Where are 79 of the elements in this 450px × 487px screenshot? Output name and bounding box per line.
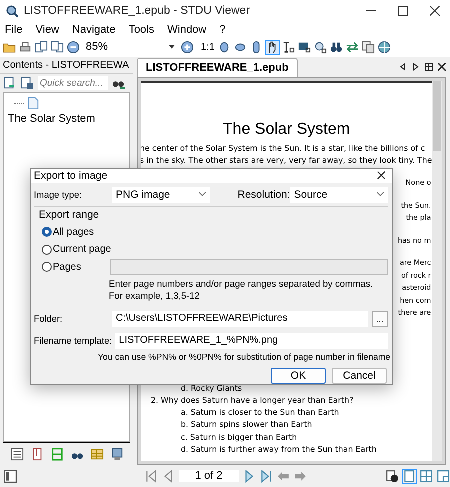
- chevron-down-icon: [377, 192, 384, 197]
- radio-button[interactable]: [42, 227, 52, 238]
- radio-button[interactable]: [42, 262, 52, 272]
- hint-text: For example, 1,3,5-12: [109, 290, 201, 302]
- zoom-area-icon[interactable]: [314, 40, 327, 54]
- zoom-in-icon[interactable]: [181, 40, 194, 54]
- menu-item[interactable]: ?: [220, 24, 226, 36]
- browse-button[interactable]: ...: [372, 311, 388, 327]
- quick-search-field[interactable]: Quick search...: [38, 76, 108, 90]
- tree-item[interactable]: The Solar System: [8, 113, 96, 125]
- close-icon[interactable]: [377, 171, 386, 180]
- radio-label[interactable]: Pages: [53, 262, 110, 273]
- resolution-dropdown[interactable]: Source: [290, 186, 388, 202]
- actual-size-button[interactable]: 1:1: [201, 42, 215, 52]
- menu-item[interactable]: File: [5, 24, 23, 36]
- grid-icon[interactable]: [425, 63, 434, 71]
- page-settings-icon[interactable]: [386, 470, 399, 482]
- maximize-icon[interactable]: [398, 6, 408, 16]
- copy-icon[interactable]: [362, 40, 375, 54]
- folder-field[interactable]: C:\Users\LISTOFFREEWARE\Pictures: [112, 311, 368, 327]
- panel-toggle-icon[interactable]: [4, 470, 17, 482]
- document-icon: [27, 97, 40, 110]
- zoom-out-icon[interactable]: [67, 40, 80, 54]
- filename-field[interactable]: LISTOFFREEWARE_1_%PN%.png: [115, 333, 388, 349]
- group-title: Export range: [39, 208, 100, 220]
- dialog-title: Export to image: [34, 170, 108, 182]
- image-type-dropdown[interactable]: PNG image: [112, 186, 210, 202]
- contents-tab-icon[interactable]: [11, 448, 24, 460]
- first-page-icon[interactable]: [145, 470, 158, 482]
- radio-button[interactable]: [42, 244, 52, 255]
- field-label: Resolution:: [238, 188, 290, 200]
- previous-page-icon[interactable]: [162, 470, 175, 482]
- pages-field[interactable]: [110, 259, 388, 276]
- menu-item[interactable]: Window: [168, 24, 207, 36]
- next-page-icon[interactable]: [243, 470, 256, 482]
- magnifier-icon: [6, 4, 19, 18]
- globe-icon[interactable]: [378, 40, 391, 54]
- close-icon[interactable]: [430, 6, 440, 16]
- panel-title: Contents - LISTOFFREEWA: [3, 60, 130, 70]
- image-select-icon[interactable]: [298, 40, 311, 54]
- single-page-icon[interactable]: [403, 470, 416, 482]
- expand-icon[interactable]: [4, 76, 17, 90]
- window-title: LISTOFFREEWARE_1.epub - STDU Viewer: [24, 5, 252, 17]
- document-tab[interactable]: LISTOFFREEWARE_1.epub: [137, 58, 298, 77]
- text-select-icon[interactable]: [282, 40, 295, 54]
- hint-text: Enter page numbers and/or page ranges separated by commas.: [109, 278, 374, 290]
- page-number-field[interactable]: 1 of 2: [179, 470, 239, 482]
- binoculars-icon[interactable]: [330, 40, 343, 54]
- radio-label[interactable]: Current page: [53, 244, 111, 256]
- menu-item[interactable]: View: [36, 24, 60, 36]
- cancel-button[interactable]: Cancel: [332, 368, 387, 384]
- menu-item[interactable]: Tools: [128, 24, 154, 36]
- hint-text: You can use %PN% or %0PN% for substitution of page number in filename: [98, 352, 391, 362]
- collapse-icon[interactable]: [21, 76, 34, 90]
- radio-label[interactable]: All pages: [53, 226, 111, 238]
- two-pages-icon[interactable]: [437, 470, 450, 482]
- monitor-icon[interactable]: [111, 448, 124, 460]
- document-heading: The Solar System: [222, 121, 352, 139]
- chevron-down-icon: [198, 192, 206, 197]
- scroll-right-icon[interactable]: [412, 63, 420, 71]
- bookmark-icon[interactable]: [31, 448, 44, 460]
- close-icon[interactable]: [438, 63, 446, 71]
- scroll-left-icon[interactable]: [399, 63, 408, 71]
- dropdown-arrow-icon: [169, 45, 175, 49]
- four-pages-icon[interactable]: [420, 470, 433, 482]
- scrollbar-thumb[interactable]: [433, 81, 442, 151]
- ok-button[interactable]: OK: [271, 368, 326, 384]
- pages-icon[interactable]: [35, 40, 48, 54]
- table-icon[interactable]: [91, 448, 104, 460]
- menu-item[interactable]: Navigate: [72, 24, 116, 36]
- pages-icon[interactable]: [51, 40, 64, 54]
- hand-icon[interactable]: [266, 40, 279, 54]
- thumbnails-icon[interactable]: [51, 448, 64, 460]
- field-label: Filename template:: [34, 336, 112, 346]
- field-label: Folder:: [34, 314, 64, 324]
- printer-icon[interactable]: [19, 40, 32, 54]
- swap-arrows-icon[interactable]: [346, 40, 359, 54]
- field-label: Image type:: [34, 190, 84, 200]
- last-page-icon[interactable]: [260, 470, 273, 482]
